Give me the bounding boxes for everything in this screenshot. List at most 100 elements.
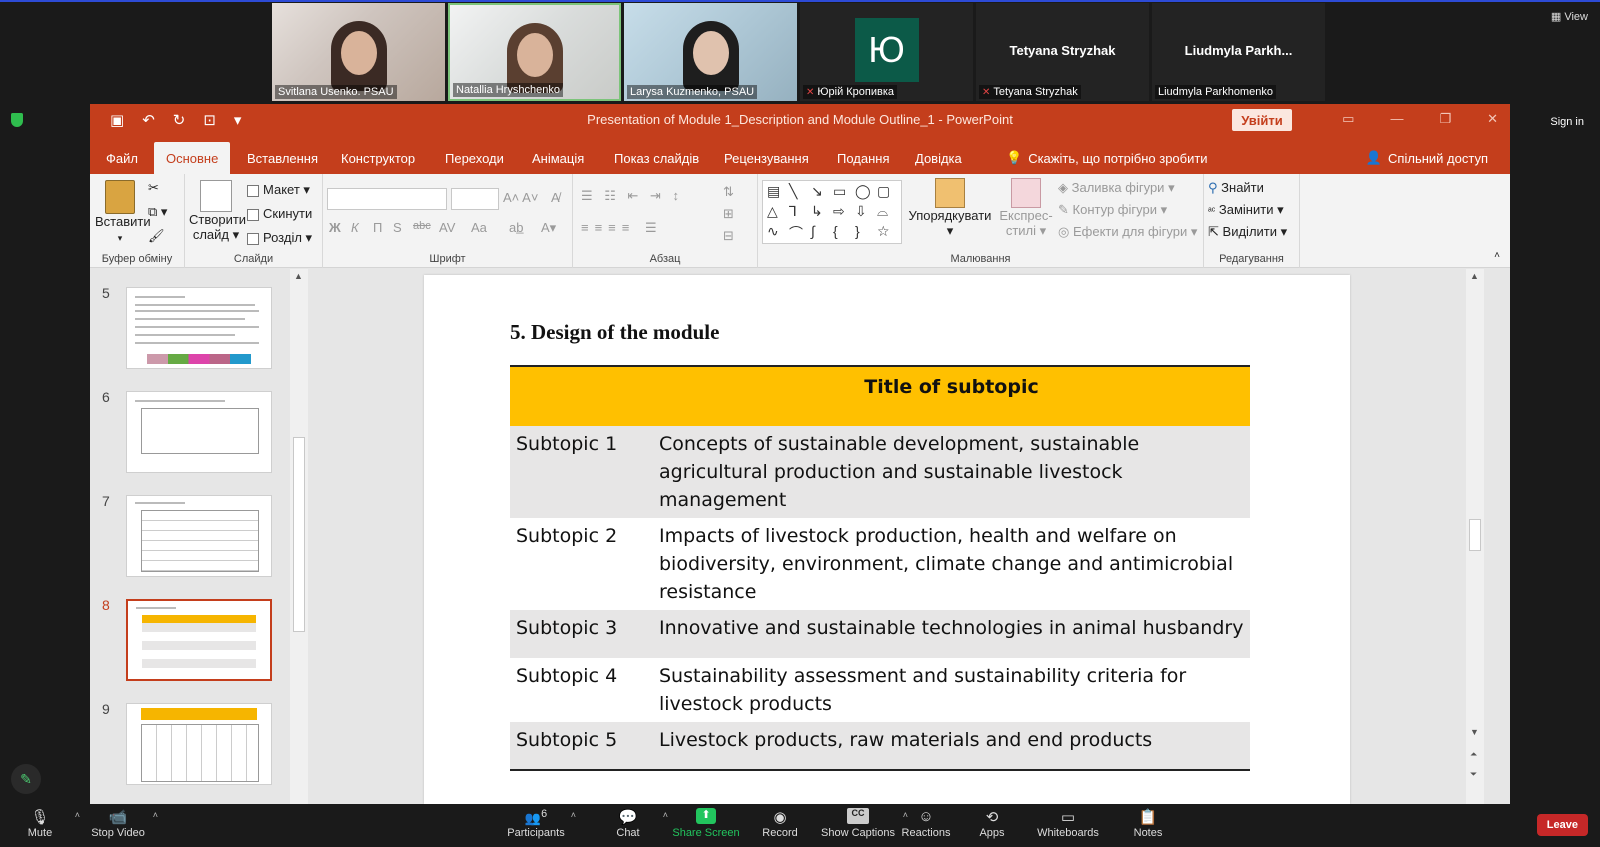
share-screen-button[interactable]: ⬆ Share Screen [666,808,746,839]
scribble-shape-icon[interactable]: ∿ [767,223,779,240]
star-shape-icon[interactable]: ☆ [877,223,890,240]
apps-button[interactable]: ⟲ Apps [952,808,1032,839]
format-painter-icon[interactable]: 🖌 [148,228,165,244]
smartart-icon[interactable]: ⊟ [723,228,734,244]
freeform-shape-icon[interactable]: ⌓ [877,203,888,220]
align-text-icon[interactable]: ⊞ [723,206,734,222]
view-button[interactable]: ▦ View [1551,10,1588,23]
connector-shape-icon[interactable]: ⅂ [789,203,797,220]
elbow-arrow-shape-icon[interactable]: ↳ [811,203,823,220]
annotate-pencil-icon[interactable]: ✎ [11,764,41,794]
participant-tile[interactable]: Tetyana Stryzhak ✕ Tetyana Stryzhak [976,3,1149,101]
arc-shape-icon[interactable]: ⌒ [789,223,803,243]
cut-icon[interactable]: ✂ [148,180,159,196]
chat-button[interactable]: 💬 Chat ˄ [588,808,668,839]
notes-button[interactable]: 📋 Notes [1108,808,1188,839]
italic-button[interactable]: К [351,220,359,235]
tell-me-search[interactable]: 💡 Скажіть, що потрібно зробити [1006,142,1208,174]
thumbnail-scrollbar[interactable]: ▲ [290,269,308,804]
font-size-input[interactable] [451,188,499,210]
shape-effects-button[interactable]: ◎ Ефекти для фігури ▾ [1058,224,1197,240]
char-spacing-button[interactable]: AV [439,220,455,235]
chevron-up-icon[interactable]: ˄ [153,810,158,820]
tab-home[interactable]: Основне [154,142,231,174]
mute-button[interactable]: 🎙 Mute ˄ [0,808,80,839]
sign-in-button[interactable]: Sign in [1544,113,1590,131]
reset-button[interactable]: Скинути [247,206,312,221]
copy-icon[interactable]: ⧉ ▾ [148,204,167,220]
scrollbar-thumb[interactable] [1469,519,1481,551]
slide[interactable]: 5. Design of the module Title of subtopi… [424,275,1350,804]
leave-button[interactable]: Leave [1536,814,1588,836]
shape-fill-button[interactable]: ◈ Заливка фігури ▾ [1058,180,1175,196]
curve-shape-icon[interactable]: ∫ [811,223,815,239]
triangle-shape-icon[interactable]: △ [767,203,778,220]
tab-insert[interactable]: Вставлення [235,142,330,174]
tab-animations[interactable]: Анімація [520,142,596,174]
tab-review[interactable]: Рецензування [712,142,821,174]
quick-styles-button[interactable]: Експрес-стилі ▾ [998,178,1054,239]
scrollbar-thumb[interactable] [293,437,305,632]
change-case-button[interactable]: Aa [471,220,487,235]
participant-tile[interactable]: Svitlana Usenko. PSAU [272,3,445,101]
section-button[interactable]: Розділ ▾ [247,230,312,246]
record-button[interactable]: ◉ Record [740,808,820,839]
slide-heading[interactable]: 5. Design of the module [510,320,719,345]
select-button[interactable]: ⇱ Виділити ▾ [1208,224,1287,240]
line-shape-icon[interactable]: ╲ [789,183,797,200]
clear-format-icon[interactable]: A̸ [551,190,560,205]
participant-tile[interactable]: Larysa Kuzmenko, PSAU [624,3,797,101]
shapes-gallery[interactable]: ▤ ╲ ↘ ▭ ◯ ▢ △ ⅂ ↳ ⇨ ⇩ ⌓ ∿ ⌒ ∫ { } ☆ [762,180,902,244]
tab-transitions[interactable]: Переходи [433,142,516,174]
shadow-button[interactable]: S [393,220,402,235]
maximize-icon[interactable]: ❐ [1439,111,1451,127]
minimize-icon[interactable]: — [1390,111,1403,127]
left-brace-shape-icon[interactable]: { [833,223,838,239]
text-direction-icon[interactable]: ⇅ [723,184,734,200]
tab-file[interactable]: Файл [94,142,150,174]
tab-slideshow[interactable]: Показ слайдів [602,142,711,174]
participant-tile-active-speaker[interactable]: Natallia Hryshchenko [448,3,621,101]
share-button[interactable]: 👤 Спільний доступ [1366,142,1488,174]
font-name-input[interactable] [327,188,447,210]
slide-thumbnail[interactable] [126,391,272,473]
participant-tile[interactable]: Liudmyla Parkh... Liudmyla Parkhomenko [1152,3,1325,101]
increase-font-icon[interactable]: A˄ A˅ [503,190,538,205]
layout-button[interactable]: Макет ▾ [247,182,310,198]
underline-button[interactable]: П [373,220,382,235]
slide-thumbnail[interactable] [126,287,272,369]
oval-shape-icon[interactable]: ◯ [855,183,871,200]
participant-tile[interactable]: Ю ✕ Юрій Кропивка [800,3,973,101]
right-brace-shape-icon[interactable]: } [855,223,860,239]
arrow-line-shape-icon[interactable]: ↘ [811,183,823,200]
slide-thumbnail[interactable] [126,703,272,785]
tab-design[interactable]: Конструктор [329,142,427,174]
scroll-up-arrow-icon[interactable]: ▲ [294,271,303,281]
replace-button[interactable]: ᵃᶜ Замінити ▾ [1208,202,1284,218]
textbox-shape-icon[interactable]: ▤ [767,183,780,200]
whiteboards-button[interactable]: ▭ Whiteboards [1028,808,1108,839]
bold-button[interactable]: Ж [329,220,341,235]
previous-slide-icon[interactable]: ⏶ [1470,749,1477,760]
arrange-button[interactable]: Упорядкувати ▾ [908,178,992,239]
align-icons[interactable]: ≡≡≡≡ ☰ [581,220,663,236]
login-button[interactable]: Увійти [1232,109,1292,131]
scroll-down-arrow-icon[interactable]: ▼ [1470,727,1479,737]
close-icon[interactable]: ✕ [1487,111,1498,127]
scroll-up-arrow-icon[interactable]: ▲ [1470,271,1479,281]
rectangle-shape-icon[interactable]: ▭ [833,183,846,200]
paste-button[interactable]: Вставити ▾ [95,180,151,244]
down-arrow-shape-icon[interactable]: ⇩ [855,203,867,220]
rounded-rect-shape-icon[interactable]: ▢ [877,183,890,200]
bullets-icon[interactable]: ☰ ☷ ⇤ ⇥ ↕ [581,188,683,204]
next-slide-icon[interactable]: ⏷ [1470,769,1477,780]
security-shield-icon[interactable] [11,113,23,127]
shape-outline-button[interactable]: ✎ Контур фігури ▾ [1058,202,1167,218]
collapse-ribbon-icon[interactable]: ˄ [1494,250,1500,261]
slide-scrollbar[interactable]: ▲ ▼ ⏶ ⏷ [1466,269,1484,804]
find-button[interactable]: ⚲ Знайти [1208,180,1264,196]
slide-thumbnail-selected[interactable] [126,599,272,681]
new-slide-button[interactable]: Створити слайд ▾ [189,180,246,243]
stop-video-button[interactable]: 📹 Stop Video ˄ [78,808,158,839]
subtopics-table[interactable]: Title of subtopic Subtopic 1 Concepts of… [510,365,1250,771]
